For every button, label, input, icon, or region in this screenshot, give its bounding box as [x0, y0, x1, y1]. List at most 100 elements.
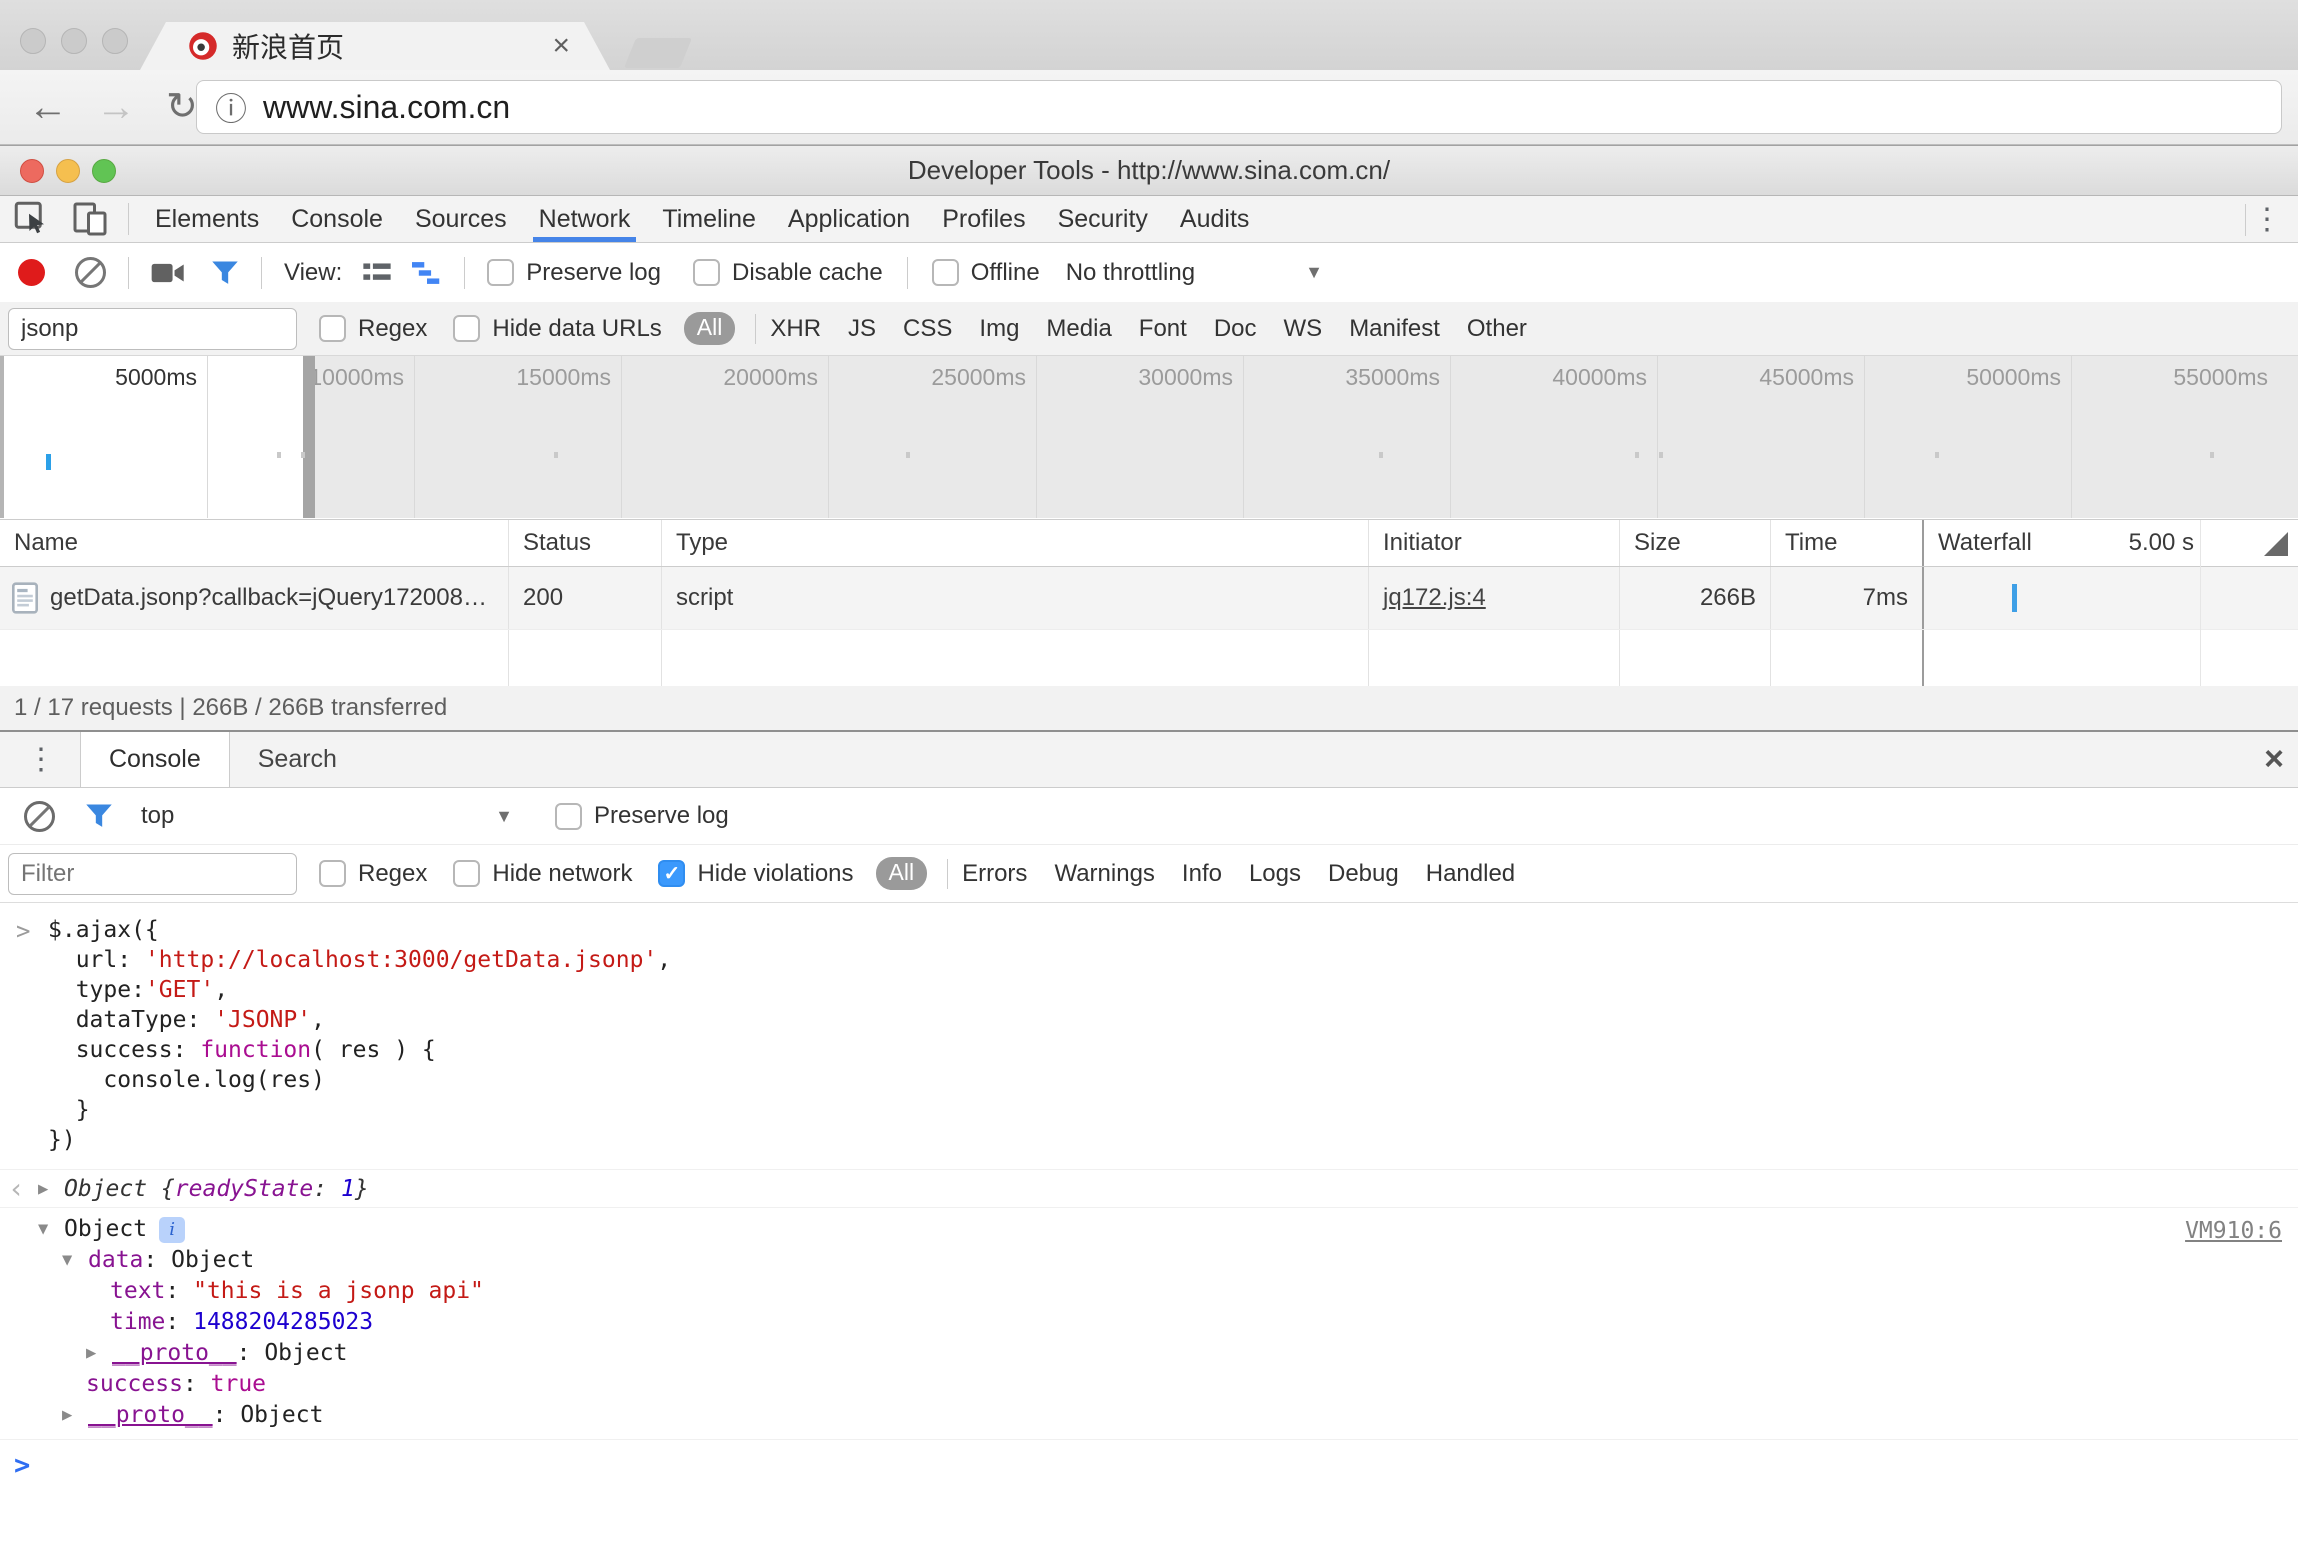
tab-timeline[interactable]: Timeline	[662, 196, 756, 242]
record-icon[interactable]	[18, 259, 45, 286]
level-filter-debug[interactable]: Debug	[1328, 860, 1399, 888]
tab-profiles[interactable]: Profiles	[942, 196, 1025, 242]
window-minimize-button[interactable]	[61, 28, 87, 54]
request-name-cell[interactable]: getData.jsonp?callback=jQuery1720089...	[0, 567, 509, 629]
type-filter-doc[interactable]: Doc	[1214, 315, 1257, 343]
inspect-element-icon[interactable]	[14, 201, 50, 237]
window-close-button[interactable]	[20, 28, 46, 54]
level-filter-all[interactable]: All	[876, 857, 928, 890]
browser-tab-bar: 新浪首页 ×	[0, 0, 2298, 70]
type-filter-other[interactable]: Other	[1467, 315, 1527, 343]
level-filter-info[interactable]: Info	[1182, 860, 1222, 888]
column-header-time[interactable]: Time	[1771, 520, 1922, 566]
level-filter-handled[interactable]: Handled	[1426, 860, 1515, 888]
expand-caret-icon[interactable]: ▶	[86, 1338, 112, 1369]
devtools-minimize-button[interactable]	[56, 159, 80, 183]
device-toolbar-icon[interactable]	[72, 202, 108, 236]
drawer-menu-icon[interactable]: ⋮	[26, 742, 56, 777]
collapse-caret-icon[interactable]: ▼	[38, 1214, 64, 1245]
column-header-name[interactable]: Name	[0, 520, 509, 566]
drawer-tab-search[interactable]: Search	[230, 732, 365, 787]
hide-network-checkbox[interactable]	[453, 860, 480, 887]
filmstrip-icon[interactable]	[151, 260, 185, 286]
disable-cache-checkbox[interactable]	[693, 259, 720, 286]
view-list-icon[interactable]	[362, 260, 392, 286]
console-preserve-log-checkbox[interactable]	[555, 803, 582, 830]
type-filter-css[interactable]: CSS	[903, 315, 952, 343]
console-filter-input[interactable]	[8, 853, 297, 895]
object-property-row[interactable]: text: "this is a jsonp api"	[0, 1276, 2298, 1307]
tab-network[interactable]: Network	[539, 196, 631, 242]
console-filter-funnel-icon[interactable]	[85, 803, 113, 829]
object-property-row[interactable]: success: true	[0, 1369, 2298, 1400]
console-prompt[interactable]: >	[0, 1440, 2298, 1481]
column-header-status[interactable]: Status	[509, 520, 662, 566]
tab-console[interactable]: Console	[291, 196, 383, 242]
devtools-zoom-button[interactable]	[92, 159, 116, 183]
filter-funnel-icon[interactable]	[211, 260, 239, 286]
request-row[interactable]: getData.jsonp?callback=jQuery1720089... …	[0, 567, 2298, 630]
devtools-close-button[interactable]	[20, 159, 44, 183]
drawer-close-icon[interactable]: ×	[2264, 740, 2284, 779]
clear-icon[interactable]	[75, 257, 106, 288]
network-filter-input[interactable]	[8, 308, 297, 350]
page-info-icon[interactable]: ⓘ	[215, 84, 247, 130]
offline-checkbox[interactable]	[932, 259, 959, 286]
column-header-size[interactable]: Size	[1620, 520, 1771, 566]
tab-sources[interactable]: Sources	[415, 196, 507, 242]
type-filter-img[interactable]: Img	[979, 315, 1019, 343]
new-tab-button[interactable]	[624, 38, 692, 68]
column-header-waterfall[interactable]: Waterfall 5.00 s	[1922, 520, 2298, 566]
tab-close-icon[interactable]: ×	[552, 29, 570, 63]
tab-security[interactable]: Security	[1058, 196, 1148, 242]
throttling-dropdown-icon[interactable]: ▼	[1305, 262, 1323, 283]
console-clear-icon[interactable]	[24, 801, 55, 832]
expand-caret-icon[interactable]: ▶	[62, 1400, 88, 1431]
hide-data-urls-checkbox[interactable]	[453, 315, 480, 342]
devtools-menu-icon[interactable]: ⋮	[2252, 202, 2282, 237]
tab-elements[interactable]: Elements	[155, 196, 259, 242]
collapse-caret-icon[interactable]: ▼	[62, 1245, 88, 1276]
overview-right-handle[interactable]	[303, 356, 315, 518]
overview-left-handle[interactable]	[0, 356, 4, 518]
object-property-row[interactable]: ▼ data: Object	[0, 1245, 2298, 1276]
level-filter-warnings[interactable]: Warnings	[1054, 860, 1154, 888]
address-bar[interactable]: ⓘ www.sina.com.cn	[196, 80, 2282, 134]
type-filter-media[interactable]: Media	[1046, 315, 1111, 343]
request-initiator-link[interactable]: jq172.js:4	[1383, 584, 1486, 612]
source-location-link[interactable]: VM910:6	[2185, 1218, 2282, 1244]
console-result-entry[interactable]: ‹ ▶ Object {readyState: 1}	[0, 1170, 2298, 1208]
view-waterfall-icon[interactable]	[412, 260, 442, 286]
type-filter-font[interactable]: Font	[1139, 315, 1187, 343]
tab-audits[interactable]: Audits	[1180, 196, 1249, 242]
object-property-row[interactable]: ▶ __proto__: Object	[0, 1400, 2298, 1431]
hide-violations-checkbox[interactable]: ✓	[658, 860, 685, 887]
context-dropdown-icon: ▼	[495, 806, 513, 827]
object-root-row[interactable]: ▼ Object i	[0, 1214, 2298, 1245]
type-filter-js[interactable]: JS	[848, 315, 876, 343]
object-property-row[interactable]: ▶ __proto__: Object	[0, 1338, 2298, 1369]
level-filter-logs[interactable]: Logs	[1249, 860, 1301, 888]
regex-checkbox[interactable]	[319, 315, 346, 342]
reload-icon[interactable]: ↻	[166, 88, 198, 126]
level-filter-errors[interactable]: Errors	[962, 860, 1027, 888]
column-header-initiator[interactable]: Initiator	[1369, 520, 1620, 566]
object-property-row[interactable]: time: 1488204285023	[0, 1307, 2298, 1338]
window-zoom-button[interactable]	[102, 28, 128, 54]
throttling-select[interactable]: No throttling	[1066, 259, 1195, 287]
browser-tab[interactable]: 新浪首页 ×	[140, 22, 610, 70]
drawer-tab-console[interactable]: Console	[80, 732, 230, 787]
network-overview[interactable]: 5000ms 10000ms 15000ms 20000ms 25000ms 3…	[0, 356, 2298, 520]
type-filter-ws[interactable]: WS	[1284, 315, 1323, 343]
console-command-entry[interactable]: > $.ajax({ url: 'http://localhost:3000/g…	[0, 903, 2298, 1170]
type-filter-manifest[interactable]: Manifest	[1349, 315, 1440, 343]
column-header-type[interactable]: Type	[662, 520, 1369, 566]
preserve-log-checkbox[interactable]	[487, 259, 514, 286]
execution-context-select[interactable]: top ▼	[141, 802, 513, 830]
expand-caret-icon[interactable]: ▶	[38, 1179, 48, 1199]
type-filter-all[interactable]: All	[684, 312, 736, 345]
back-icon[interactable]: ←	[28, 87, 68, 127]
tab-application[interactable]: Application	[788, 196, 910, 242]
console-regex-checkbox[interactable]	[319, 860, 346, 887]
type-filter-xhr[interactable]: XHR	[770, 315, 821, 343]
